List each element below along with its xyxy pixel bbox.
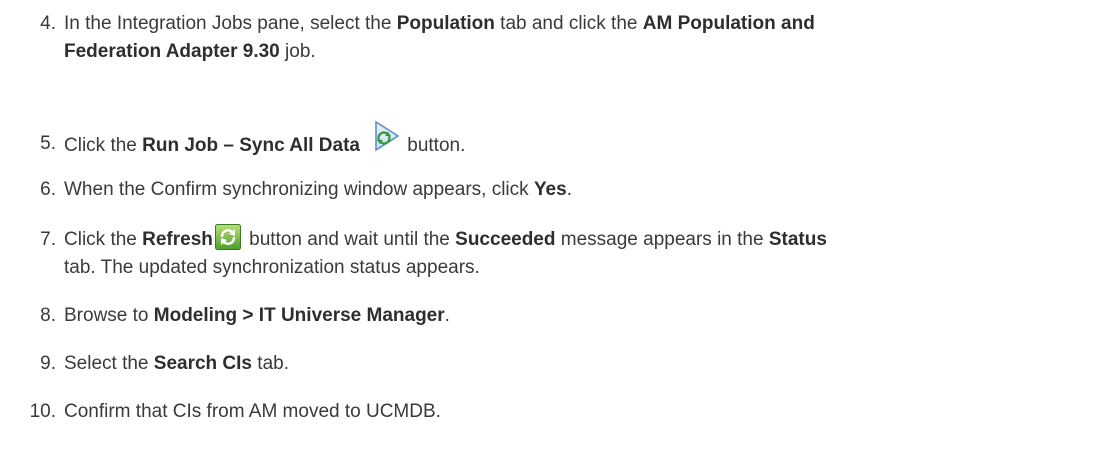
step-number: 6. bbox=[40, 179, 56, 200]
refresh-icon bbox=[214, 223, 241, 250]
step-text: Confirm that CIs from AM moved to UCMDB. bbox=[64, 401, 441, 422]
step-text: Browse to Modeling > IT Universe Manager… bbox=[64, 305, 450, 326]
step-number: 10. bbox=[29, 401, 56, 422]
step-number: 4. bbox=[40, 13, 56, 34]
step-number: 5. bbox=[40, 133, 56, 154]
step-text: Click the Run Job – Sync All Data button… bbox=[64, 120, 1094, 162]
run-job-sync-icon bbox=[371, 120, 401, 152]
step-number: 8. bbox=[40, 305, 56, 326]
step-text: In the Integration Jobs pane, select the… bbox=[64, 13, 815, 62]
step-number: 9. bbox=[40, 353, 56, 374]
step-number: 7. bbox=[40, 229, 56, 250]
step-text: Click the Refresh button and wait until … bbox=[64, 223, 1094, 282]
step-text: When the Confirm synchronizing window ap… bbox=[64, 179, 572, 200]
step-text: Select the Search CIs tab. bbox=[64, 353, 289, 374]
